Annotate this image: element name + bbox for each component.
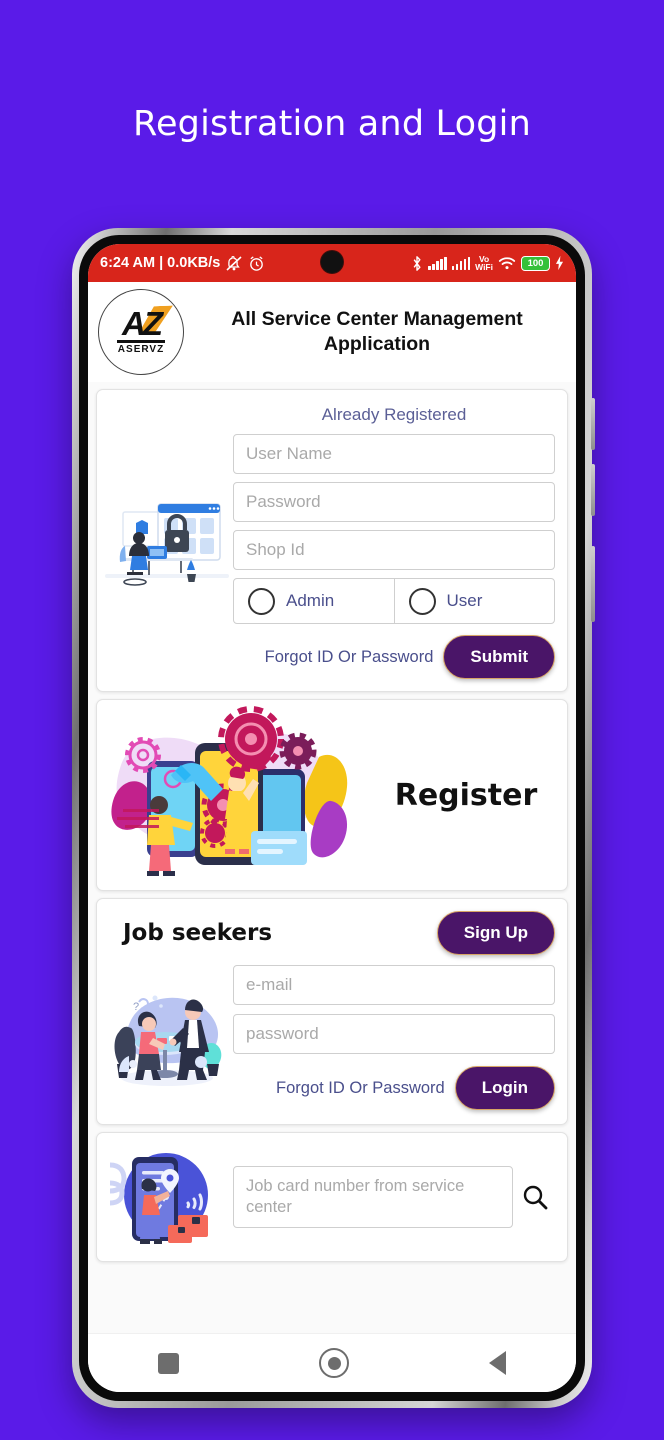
mute-bell-icon [226, 255, 242, 271]
role-radio-group: Admin User [233, 578, 555, 624]
signal-bars-icon-2 [451, 256, 471, 270]
volume-down-button[interactable] [591, 464, 595, 516]
signup-button[interactable]: Sign Up [436, 911, 555, 955]
radio-label-admin: Admin [286, 591, 335, 610]
login-button[interactable]: Login [454, 1066, 555, 1110]
logo-brand-name: ASERVZ [117, 344, 165, 355]
phone-screen: 6:24 AM | 0.0KB/s Vo WiFi 100 AZ ASERVZ … [88, 244, 576, 1392]
volume-up-button[interactable] [591, 398, 595, 450]
job-card-number-input[interactable]: Job card number from service center [233, 1166, 513, 1228]
jobseeker-password-input[interactable]: password [233, 1014, 555, 1054]
phone-bezel: 6:24 AM | 0.0KB/s Vo WiFi 100 AZ ASERVZ … [79, 235, 585, 1401]
circle-home-icon[interactable] [319, 1348, 349, 1378]
signal-bars-icon-1 [428, 256, 447, 270]
email-input[interactable]: e-mail [233, 965, 555, 1005]
job-seekers-card: Job seekers Sign Up ? e-mail password Fo… [96, 898, 568, 1125]
app-header: AZ ASERVZ All Service Center Management … [88, 282, 576, 383]
job-seekers-header: Job seekers Sign Up [101, 909, 557, 955]
phone-mockup: 6:24 AM | 0.0KB/s Vo WiFi 100 AZ ASERVZ … [72, 228, 595, 1408]
job-seekers-title: Job seekers [123, 920, 273, 946]
front-camera [321, 251, 343, 273]
wifi-calling-label: WiFi [475, 262, 493, 272]
register-card[interactable]: Register [96, 699, 568, 891]
triangle-back-icon[interactable] [489, 1351, 506, 1375]
status-time-network: 6:24 AM | 0.0KB/s [100, 255, 221, 271]
login-actions: Forgot ID Or Password Submit [233, 635, 555, 679]
register-label: Register [394, 777, 538, 813]
app-title: All Service Center Management Applicatio… [231, 308, 523, 355]
main-scroll-area[interactable]: Already Registered User Name Password Sh… [88, 382, 576, 1334]
login-form: Already Registered User Name Password Sh… [233, 400, 557, 679]
android-nav-bar [88, 1333, 576, 1392]
job-interview-illustration: ? [101, 965, 233, 1110]
job-seekers-actions: Forgot ID Or Password Login [233, 1066, 555, 1110]
radio-circle-icon [408, 587, 436, 615]
status-bar-left: 6:24 AM | 0.0KB/s [100, 255, 265, 272]
job-seekers-fields: e-mail password Forgot ID Or Password Lo… [233, 965, 557, 1110]
logo-monogram: AZ [122, 305, 163, 342]
radio-option-user[interactable]: User [393, 579, 555, 623]
charging-bolt-icon [555, 255, 564, 271]
submit-button[interactable]: Submit [443, 635, 555, 679]
svg-text:?: ? [133, 1001, 139, 1013]
login-card: Already Registered User Name Password Sh… [96, 389, 568, 692]
status-bar: 6:24 AM | 0.0KB/s Vo WiFi 100 [88, 244, 576, 282]
square-recents-icon[interactable] [158, 1352, 179, 1374]
password-input[interactable]: Password [233, 482, 555, 522]
security-login-illustration [101, 400, 233, 679]
app-logo: AZ ASERVZ [98, 289, 184, 375]
radio-option-admin[interactable]: Admin [234, 579, 394, 623]
job-card-search-card: Job card number from service center [96, 1132, 568, 1262]
radio-circle-icon [248, 587, 275, 615]
battery-indicator: 100 [521, 255, 550, 271]
radio-label-user: User [446, 591, 483, 610]
shop-id-input[interactable]: Shop Id [233, 530, 555, 570]
username-input[interactable]: User Name [233, 434, 555, 474]
delivery-tracking-illustration [101, 1147, 233, 1247]
page-title: Registration and Login [133, 104, 531, 144]
power-button[interactable] [591, 546, 595, 622]
alarm-clock-icon [250, 255, 264, 271]
jobseeker-forgot-link[interactable]: Forgot ID Or Password [276, 1079, 445, 1098]
forgot-password-link[interactable]: Forgot ID Or Password [265, 648, 434, 667]
bluetooth-icon [413, 255, 421, 271]
status-bar-right: Vo WiFi 100 [411, 254, 564, 272]
login-heading: Already Registered [321, 405, 467, 424]
job-seekers-form-row: ? e-mail password Forgot ID Or Password … [101, 965, 557, 1110]
register-gears-phones-illustration [103, 705, 371, 885]
volte-wifi-icon: Vo WiFi [475, 254, 493, 272]
search-icon[interactable] [513, 1183, 557, 1211]
wifi-icon [498, 256, 516, 269]
